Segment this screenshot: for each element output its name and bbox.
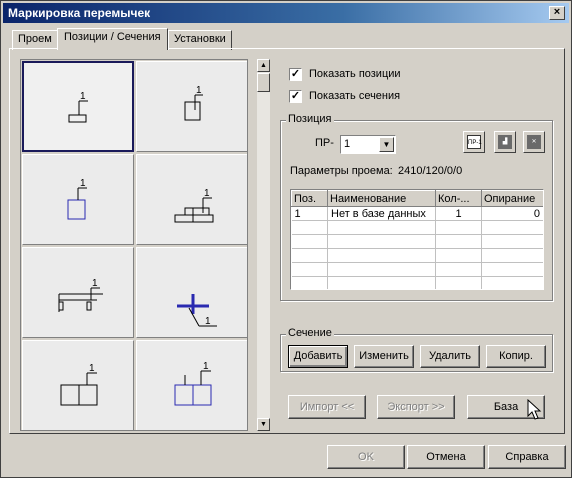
close-button[interactable]: × bbox=[549, 6, 565, 20]
ok-button[interactable]: OK bbox=[327, 445, 405, 469]
help-button[interactable]: Справка bbox=[488, 445, 566, 469]
tab-opening[interactable]: Проем bbox=[12, 30, 58, 50]
tab-settings[interactable]: Установки bbox=[168, 30, 232, 50]
title-bar[interactable]: Маркировка перемычек × bbox=[3, 3, 569, 23]
window-title: Маркировка перемычек bbox=[8, 6, 151, 20]
tab-panel bbox=[9, 48, 565, 434]
mouse-pointer-icon bbox=[527, 399, 542, 420]
tab-positions-sections[interactable]: Позиции / Сечения bbox=[57, 28, 168, 50]
cancel-button[interactable]: Отмена bbox=[407, 445, 485, 469]
dialog-window: Маркировка перемычек × Проем Позиции / С… bbox=[0, 0, 572, 478]
